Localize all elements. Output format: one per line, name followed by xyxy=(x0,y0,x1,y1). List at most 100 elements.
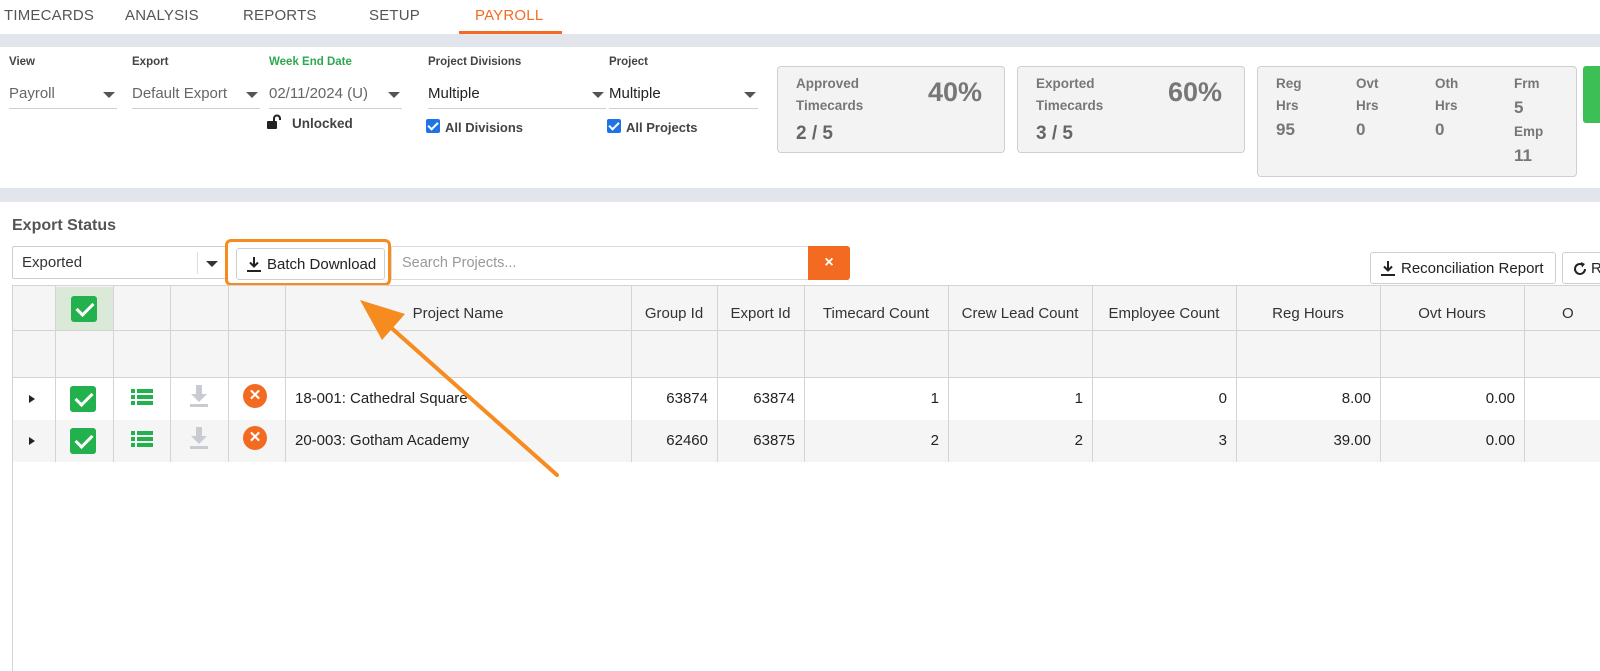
highlight-box xyxy=(225,239,391,286)
week-end-label: Week End Date xyxy=(269,56,352,68)
row-checkbox[interactable] xyxy=(70,386,96,412)
tab-reports[interactable]: REPORTS xyxy=(243,7,317,24)
approved-percent: 40% xyxy=(928,77,983,107)
select-all-checkbox[interactable] xyxy=(71,296,97,322)
cancel-icon[interactable]: ✕ xyxy=(243,384,267,408)
group-id-cell: 63874 xyxy=(666,390,708,407)
crew-lead-count-cell: 2 xyxy=(1074,432,1083,449)
export-id-cell: 63874 xyxy=(753,390,795,407)
timecard-count-cell: 2 xyxy=(930,432,939,449)
tab-setup[interactable]: SETUP xyxy=(369,7,420,24)
reconciliation-report-button[interactable]: Reconciliation Report xyxy=(1370,252,1556,284)
search-placeholder: Search Projects... xyxy=(402,255,517,271)
chevron-down-icon xyxy=(592,92,604,98)
all-projects-checkbox[interactable] xyxy=(607,119,621,133)
week-end-select[interactable]: 02/11/2024 (U) xyxy=(269,81,402,109)
project-value: Multiple xyxy=(609,85,661,102)
view-label: View xyxy=(9,56,35,68)
view-select[interactable]: Payroll xyxy=(9,81,117,109)
tab-payroll[interactable]: PAYROLL xyxy=(475,7,543,24)
frm-value: 5 xyxy=(1514,98,1524,117)
refresh-button[interactable]: R xyxy=(1562,252,1600,284)
exported-timecards-card: Exported Timecards 60% 3 / 5 xyxy=(1017,66,1245,153)
col-header-employee-count[interactable]: Employee Count xyxy=(1092,286,1236,332)
reg-hrs-label-line1: Reg xyxy=(1276,76,1302,91)
close-icon: × xyxy=(824,254,834,271)
list-icon[interactable] xyxy=(131,430,153,448)
export-status-value: Exported xyxy=(22,254,83,271)
chevron-down-icon xyxy=(388,92,400,98)
col-divider xyxy=(1092,285,1093,462)
ovt-hours-cell: 0.00 xyxy=(1485,432,1515,449)
chevron-down-icon xyxy=(744,92,756,98)
col-header-project-name[interactable]: Project Name xyxy=(285,286,631,332)
col-divider xyxy=(717,285,718,462)
download-icon[interactable] xyxy=(189,427,209,449)
col-header-group-id[interactable]: Group Id xyxy=(631,286,717,332)
crew-lead-count-cell: 1 xyxy=(1074,390,1083,407)
col-divider xyxy=(285,285,286,462)
export-status-select[interactable]: Exported xyxy=(12,246,227,279)
divisions-select[interactable]: Multiple xyxy=(428,81,606,109)
expand-icon[interactable] xyxy=(29,395,35,403)
approved-title-line1: Approved xyxy=(796,76,860,91)
emp-value: 11 xyxy=(1514,146,1532,165)
all-divisions-checkbox[interactable] xyxy=(426,119,440,133)
chevron-down-icon xyxy=(206,261,218,267)
col-header-timecard-count[interactable]: Timecard Count xyxy=(804,286,948,332)
tab-timecards[interactable]: TIMECARDS xyxy=(4,7,94,24)
reg-hours-cell: 39.00 xyxy=(1333,432,1371,449)
table-row[interactable]: ✕ 20-003: Gotham Academy 62460 63875 2 2… xyxy=(13,420,1600,462)
col-divider xyxy=(170,285,171,462)
ovt-hrs-label-line2: Hrs xyxy=(1356,98,1379,113)
oth-hrs-value: 0 xyxy=(1435,120,1445,139)
divisions-label: Project Divisions xyxy=(428,56,522,68)
col-header-crew-lead-count[interactable]: Crew Lead Count xyxy=(948,286,1092,332)
divider-band xyxy=(0,34,1600,47)
project-label: Project xyxy=(609,56,648,68)
col-divider xyxy=(1524,285,1525,462)
col-header-reg-hours[interactable]: Reg Hours xyxy=(1236,286,1380,332)
search-projects-input[interactable]: Search Projects... xyxy=(391,246,809,280)
week-end-value: 02/11/2024 (U) xyxy=(269,85,368,102)
divider-band xyxy=(0,188,1600,202)
refresh-icon xyxy=(1574,262,1586,275)
col-header-other[interactable]: O xyxy=(1524,286,1584,332)
cancel-icon[interactable]: ✕ xyxy=(243,426,267,450)
chevron-down-icon xyxy=(246,92,258,98)
grid-header-row: Project Name Group Id Export Id Timecard… xyxy=(13,285,1600,331)
project-select[interactable]: Multiple xyxy=(609,81,758,109)
download-icon[interactable] xyxy=(189,385,209,407)
tab-analysis[interactable]: ANALYSIS xyxy=(125,7,199,24)
ovt-hours-cell: 0.00 xyxy=(1485,390,1515,407)
col-divider xyxy=(631,285,632,462)
col-divider xyxy=(113,285,114,462)
export-status-title: Export Status xyxy=(12,217,117,234)
col-divider xyxy=(55,285,56,462)
project-name-cell: 20-003: Gotham Academy xyxy=(295,432,470,449)
table-row[interactable]: ✕ 18-001: Cathedral Square 63874 63874 1… xyxy=(13,378,1600,420)
all-projects-label: All Projects xyxy=(626,120,698,135)
action-button-partial[interactable] xyxy=(1583,66,1600,123)
select-divider xyxy=(197,252,198,274)
list-icon[interactable] xyxy=(131,388,153,406)
hours-summary-card: Reg Hrs 95 Ovt Hrs 0 Oth Hrs 0 Frm 5 Emp… xyxy=(1257,66,1577,177)
col-header-ovt-hours[interactable]: Ovt Hours xyxy=(1380,286,1524,332)
col-divider xyxy=(804,285,805,462)
reg-hrs-value: 95 xyxy=(1276,120,1295,139)
expand-icon[interactable] xyxy=(29,437,35,445)
view-value: Payroll xyxy=(9,85,55,102)
reg-hours-cell: 8.00 xyxy=(1341,390,1371,407)
clear-search-button[interactable]: × xyxy=(808,246,850,280)
grid-filter-row xyxy=(13,331,1600,378)
export-select[interactable]: Default Export xyxy=(132,81,260,109)
emp-label: Emp xyxy=(1514,124,1544,139)
col-divider xyxy=(1236,285,1237,462)
reg-hrs-label-line2: Hrs xyxy=(1276,98,1299,113)
row-checkbox[interactable] xyxy=(70,428,96,454)
ovt-hrs-value: 0 xyxy=(1356,120,1366,139)
col-header-export-id[interactable]: Export Id xyxy=(717,286,804,332)
top-nav: TIMECARDS ANALYSIS REPORTS SETUP PAYROLL xyxy=(0,0,1600,34)
exported-title-line1: Exported xyxy=(1036,76,1095,91)
export-label: Export xyxy=(132,56,169,68)
